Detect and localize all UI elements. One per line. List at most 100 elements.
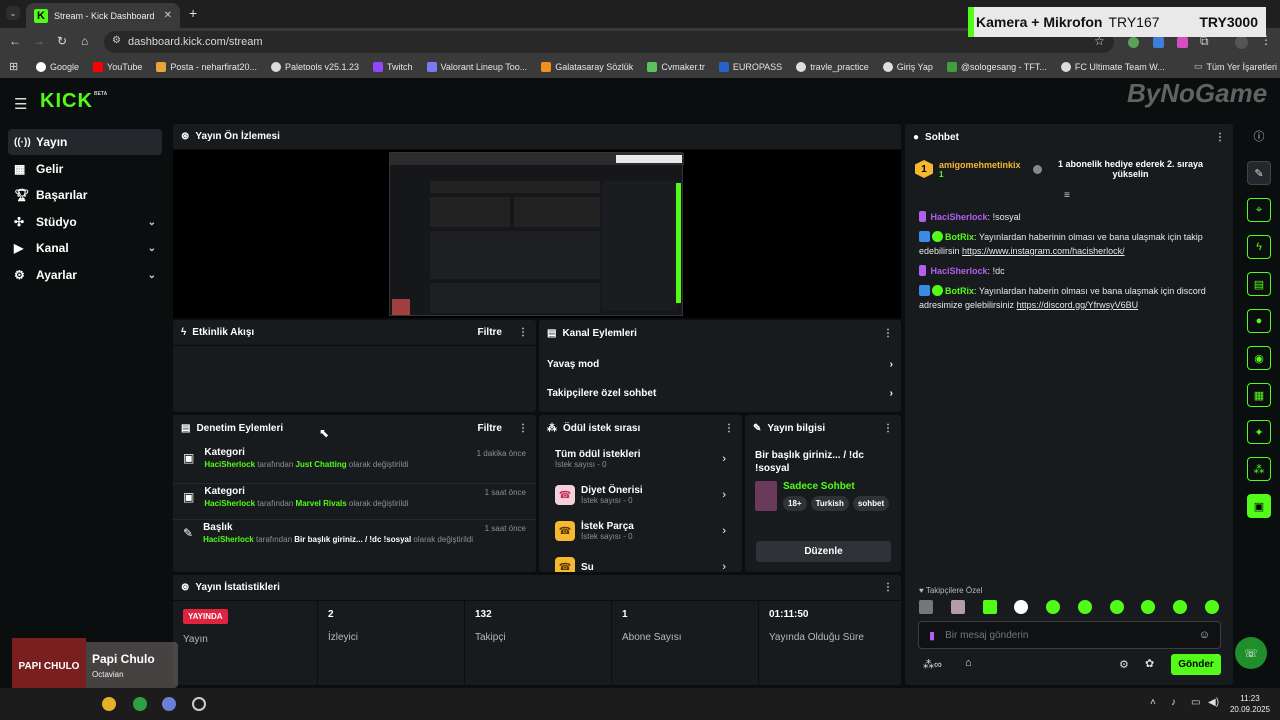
- extension-icon[interactable]: ▣: [1247, 494, 1271, 518]
- chevron-down-icon[interactable]: ⌄: [148, 243, 156, 254]
- emote-icon[interactable]: [1204, 600, 1219, 614]
- bookmark-paletools[interactable]: Paletools v25.1.23: [270, 62, 359, 72]
- chat-input[interactable]: [945, 629, 1189, 641]
- sidebar-item-kanal[interactable]: ▶ Kanal ⌄: [8, 235, 162, 261]
- home-icon[interactable]: ⌂: [81, 34, 88, 48]
- edit-icon[interactable]: ✎: [1247, 161, 1271, 185]
- slow-mode-row[interactable]: Yavaş mod ›: [539, 350, 901, 379]
- chat-settings-icon[interactable]: ⚙: [1119, 658, 1129, 671]
- extension-icon[interactable]: [1177, 37, 1188, 48]
- browser-tab[interactable]: K Stream - Kick Dashboard ✕: [26, 3, 180, 28]
- points-icon[interactable]: ⁂∞: [923, 658, 942, 671]
- site-info-icon[interactable]: ⚙: [112, 35, 121, 46]
- bookmark-travle[interactable]: travle_practice: [796, 62, 869, 72]
- filter-button[interactable]: Filtre: [478, 327, 502, 338]
- tag[interactable]: 18+: [783, 496, 807, 511]
- more-options-icon[interactable]: ⋮: [724, 423, 734, 434]
- category-name[interactable]: Sadece Sohbet: [783, 481, 889, 492]
- bookmark-posta[interactable]: Posta - neharfirat20...: [156, 62, 257, 72]
- bookmark-twitch[interactable]: Twitch: [373, 62, 413, 72]
- profile-avatar[interactable]: [1235, 36, 1248, 49]
- target-icon[interactable]: ⌖: [1247, 198, 1271, 222]
- send-button[interactable]: Gönder: [1171, 654, 1221, 675]
- sidebar-item-studyo[interactable]: ✣ Stüdyo ⌄: [8, 209, 162, 235]
- document-icon[interactable]: ▤: [1247, 272, 1271, 296]
- back-icon[interactable]: ←: [9, 34, 21, 48]
- sidebar-item-gelir[interactable]: ▦ Gelir: [8, 156, 162, 182]
- reward-row-all[interactable]: Tüm ödül istekleri İstek sayısı - 0 ›: [539, 441, 742, 477]
- forward-icon[interactable]: →: [33, 34, 45, 48]
- clock[interactable]: 11:23 20.09.2025: [1228, 693, 1272, 715]
- tag[interactable]: Turkish: [810, 496, 849, 511]
- emote-icon[interactable]: [1077, 600, 1092, 614]
- emote-icon[interactable]: [1109, 600, 1124, 614]
- info-icon[interactable]: [1032, 164, 1042, 174]
- bookmark-tft[interactable]: @sologesang - TFT...: [946, 62, 1047, 72]
- rewards-icon[interactable]: ⁂: [1247, 457, 1271, 481]
- more-options-icon[interactable]: ⋮: [883, 328, 893, 339]
- bookmark-galatasaray[interactable]: Galatasaray Sözlük: [541, 62, 633, 72]
- network-icon[interactable]: ▭: [1191, 697, 1200, 708]
- more-options-icon[interactable]: ⋮: [1215, 132, 1225, 143]
- kick-logo[interactable]: KICK: [40, 90, 93, 113]
- support-chat-icon[interactable]: ☏: [1235, 637, 1267, 669]
- app-icon[interactable]: [162, 697, 176, 711]
- reward-row[interactable]: ☎ İstek Parça İstek sayısı - 0 ›: [539, 513, 742, 549]
- info-icon[interactable]: ⓘ: [1247, 124, 1271, 148]
- reward-row[interactable]: ☎ Diyet Önerisi İstek sayısı - 0 ›: [539, 477, 742, 513]
- hamburger-menu-icon[interactable]: ☰: [14, 95, 27, 113]
- bookmark-valorant[interactable]: Valorant Lineup Too...: [426, 62, 527, 72]
- apps-grid-icon[interactable]: ⊞: [9, 60, 18, 73]
- followers-only-row[interactable]: Takipçilere özel sohbet ›: [539, 379, 901, 408]
- reload-icon[interactable]: ↻: [57, 34, 67, 48]
- filter-button[interactable]: Filtre: [478, 423, 502, 434]
- edit-button[interactable]: Düzenle: [756, 541, 891, 562]
- wrench-icon[interactable]: ✦: [1247, 420, 1271, 444]
- emote-icon[interactable]: [950, 600, 965, 614]
- more-options-icon[interactable]: ⋮: [883, 423, 893, 434]
- broadcast-icon[interactable]: ◉: [1247, 346, 1271, 370]
- more-options-icon[interactable]: ⋮: [518, 423, 528, 434]
- emote-icon[interactable]: [982, 600, 997, 614]
- emote-icon[interactable]: [1141, 600, 1156, 614]
- sidebar-item-basarilar[interactable]: 🏆︎ Başarılar: [8, 182, 162, 208]
- bookmark-giris[interactable]: Giriş Yap: [882, 62, 933, 72]
- reward-row[interactable]: ☎ Su ›: [539, 549, 742, 572]
- more-options-icon[interactable]: ⋮: [518, 327, 528, 338]
- url-field[interactable]: ⚙ dashboard.kick.com/stream: [104, 31, 1114, 53]
- chat-bubble-icon[interactable]: ●: [1247, 309, 1271, 333]
- chevron-down-icon[interactable]: ⌄: [148, 217, 156, 228]
- bolt-icon[interactable]: ϟ: [1247, 235, 1271, 259]
- tray-chevron-icon[interactable]: ˄: [1150, 697, 1156, 708]
- layout-icon[interactable]: ▦: [1247, 383, 1271, 407]
- bookmark-youtube[interactable]: YouTube: [93, 62, 142, 72]
- emote-icon[interactable]: [1046, 600, 1061, 614]
- store-icon[interactable]: ⌂: [965, 657, 972, 669]
- emote-icon[interactable]: [1173, 600, 1188, 614]
- more-options-icon[interactable]: ⋮: [883, 582, 893, 593]
- tag[interactable]: sohbet: [852, 496, 890, 511]
- video-player[interactable]: [173, 150, 901, 318]
- obs-icon[interactable]: [192, 697, 206, 711]
- new-tab-icon[interactable]: +: [189, 5, 197, 21]
- all-bookmarks[interactable]: ▭ Tüm Yer İşaretleri: [1194, 61, 1277, 72]
- volume-icon[interactable]: ◀): [1208, 697, 1219, 708]
- bookmark-europass[interactable]: EUROPASS: [718, 62, 782, 72]
- extension-icon[interactable]: [1153, 37, 1164, 48]
- emote-icon[interactable]: [919, 600, 933, 614]
- emoji-icon[interactable]: ☺: [1199, 629, 1210, 641]
- chevron-down-icon[interactable]: ⌄: [148, 270, 156, 281]
- emote-icon[interactable]: [1014, 600, 1029, 614]
- collapse-icon[interactable]: ≡: [1064, 190, 1070, 201]
- sidebar-item-yayin[interactable]: ((·)) Yayın: [8, 129, 162, 155]
- bookmark-cvmaker[interactable]: Cvmaker.tr: [647, 62, 705, 72]
- chrome-icon[interactable]: [102, 697, 116, 711]
- bookmark-fc[interactable]: FC Ultimate Team W...: [1060, 62, 1165, 72]
- sidebar-item-ayarlar[interactable]: ⚙ Ayarlar ⌄: [8, 262, 162, 288]
- extension-icon[interactable]: [1128, 37, 1139, 48]
- close-tab-icon[interactable]: ✕: [164, 10, 172, 21]
- tab-search-icon[interactable]: ⌄: [6, 6, 20, 20]
- app-icon[interactable]: [133, 697, 147, 711]
- mic-icon[interactable]: ♪: [1171, 697, 1176, 708]
- gift-icon[interactable]: ✿: [1145, 657, 1154, 670]
